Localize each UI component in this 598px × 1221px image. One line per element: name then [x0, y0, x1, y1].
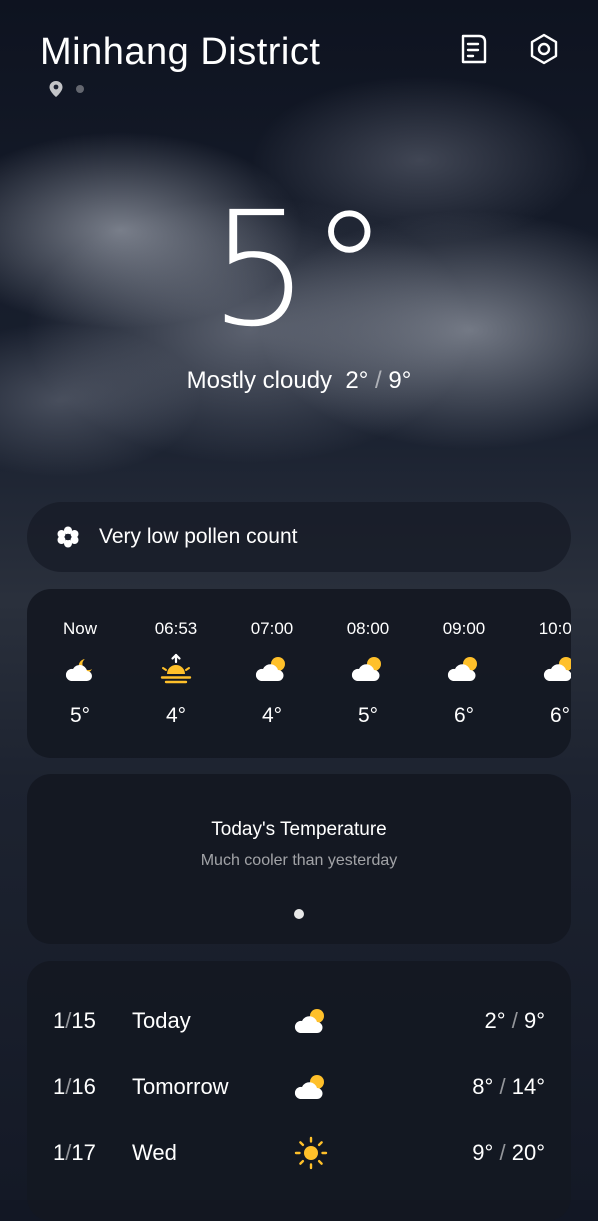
hour-temp: 5° [69, 704, 91, 727]
condition-text: Mostly cloudy [186, 367, 333, 394]
day-temps: 8° / 14° [472, 1073, 545, 1101]
partly-cloudy-icon [351, 657, 381, 681]
pollen-banner[interactable]: Very low pollen count [27, 502, 571, 572]
document-icon[interactable] [457, 32, 491, 66]
hour-time: 09:00 [442, 619, 486, 638]
date-month: 1 [53, 1074, 66, 1099]
hour-temp: 4° [165, 704, 187, 727]
day-high: 14° [511, 1074, 545, 1099]
date-day: 15 [71, 1008, 96, 1033]
date-day: 17 [71, 1140, 96, 1165]
carousel-indicator-dot [294, 909, 304, 919]
hour-time: Now [62, 619, 97, 638]
location-pin-icon [49, 81, 63, 97]
settings-icon[interactable] [527, 32, 561, 66]
hour-time: 07:00 [250, 619, 294, 638]
date-month: 1 [53, 1140, 66, 1165]
hour-temp: 4° [261, 704, 283, 727]
current-temperature: 5° [209, 178, 389, 362]
card-subtitle: Much cooler than yesterday [200, 852, 398, 869]
hour-time: 06:53 [154, 619, 198, 638]
daily-row[interactable]: 1/16 Tomorrow 8° / 14° [27, 1067, 571, 1107]
current-condition-line: Mostly cloudy 2° / 9° [0, 364, 598, 398]
day-date: 1/15 [53, 1007, 96, 1035]
day-name: Tomorrow [132, 1074, 229, 1099]
day-high: 9° [523, 1008, 545, 1033]
daily-row[interactable]: 1/15 Today 2° / 9° [27, 1001, 571, 1041]
daily-row[interactable]: 1/17 Wed 9° / 20° [27, 1133, 571, 1173]
city-name[interactable]: Minhang District [40, 30, 320, 74]
pollen-text: Very low pollen count [99, 525, 298, 548]
day-date: 1/16 [53, 1073, 96, 1101]
hour-temp: 6° [453, 704, 475, 727]
hour-time: 10:00 [538, 619, 571, 638]
temp-slash: / [499, 1074, 506, 1099]
partly-cloudy-night-icon [65, 659, 92, 681]
hour-temp: 6° [549, 704, 571, 727]
hourly-forecast-card[interactable]: Now 5° 06:53 4° 07:00 4° 08:00 5° 09:00 … [27, 589, 571, 758]
day-name: Wed [132, 1140, 177, 1165]
sunny-icon [294, 1136, 328, 1170]
partly-cloudy-icon [447, 657, 477, 681]
day-date: 1/17 [53, 1139, 96, 1167]
date-month: 1 [53, 1008, 66, 1033]
partly-cloudy-icon [294, 1009, 324, 1033]
partly-cloudy-icon [294, 1075, 324, 1099]
flower-icon [57, 526, 79, 548]
day-low: 2° [484, 1008, 506, 1033]
partly-cloudy-icon [255, 657, 285, 681]
todays-temperature-card[interactable]: Today's Temperature Much cooler than yes… [27, 774, 571, 944]
page-indicator-dot [76, 85, 84, 93]
high-temp: 9° [388, 367, 412, 394]
day-temps: 9° / 20° [472, 1139, 545, 1167]
date-day: 16 [71, 1074, 96, 1099]
low-temp: 2° [345, 367, 369, 394]
sunrise-icon [160, 653, 192, 684]
partly-cloudy-icon [543, 657, 571, 681]
temp-separator: / [375, 367, 382, 394]
card-title: Today's Temperature [211, 819, 387, 840]
day-high: 20° [511, 1140, 545, 1165]
temp-slash: / [499, 1140, 506, 1165]
day-name: Today [132, 1008, 191, 1033]
day-low: 9° [472, 1140, 494, 1165]
daily-forecast-card[interactable]: 1/15 Today 2° / 9° 1/16 Tomorrow 8° / 14… [27, 961, 571, 1221]
day-temps: 2° / 9° [485, 1007, 545, 1035]
hour-time: 08:00 [346, 619, 390, 638]
day-low: 8° [472, 1074, 494, 1099]
hour-temp: 5° [357, 704, 379, 727]
temp-slash: / [511, 1008, 518, 1033]
